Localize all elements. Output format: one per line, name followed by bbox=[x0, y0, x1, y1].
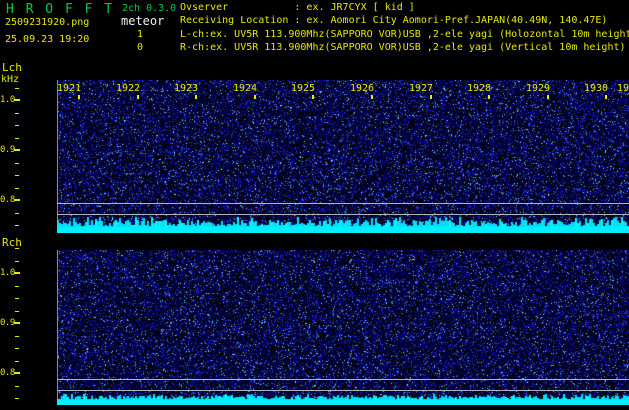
lch-tick-label: 1.0 bbox=[0, 95, 15, 105]
observer-line: Ovserver : ex. JR7CYX [ kid ] bbox=[180, 2, 415, 13]
datetime-label: 25.09.23 19:20 bbox=[5, 34, 90, 45]
lch-minor-tick bbox=[15, 175, 19, 176]
lch-time-label: 1927 bbox=[409, 83, 434, 94]
rch-major-tick bbox=[14, 372, 20, 374]
rch-frequency-axis-line bbox=[57, 250, 58, 405]
rch-band-line-upper bbox=[57, 379, 629, 380]
location-line: Receiving Location : ex. Aomori City Aom… bbox=[180, 15, 608, 27]
rch-minor-tick bbox=[15, 398, 19, 399]
output-filename: 2509231920.png bbox=[5, 17, 90, 28]
observer-info-block: Ovserver : ex. JR7CYX [ kid ] Receiving … bbox=[180, 1, 629, 55]
lch-minor-tick bbox=[15, 213, 19, 214]
lch-time-tick bbox=[430, 95, 432, 99]
rch-tick-label: 1.0 bbox=[0, 268, 15, 278]
lch-minor-tick bbox=[15, 163, 19, 164]
rch-spectrogram bbox=[57, 250, 629, 398]
hrofft-window: H R O F F T 2ch 0.3.0 2509231920.png met… bbox=[0, 0, 629, 410]
lch-time-label: 1930 bbox=[584, 83, 609, 94]
lch-time-tick bbox=[547, 95, 549, 99]
lch-time-label: 1926 bbox=[350, 83, 375, 94]
lch-spectrogram bbox=[57, 80, 629, 227]
rch-signal-level-graph bbox=[57, 390, 629, 405]
mode-label: meteor bbox=[121, 14, 165, 28]
app-version: 2ch 0.3.0 bbox=[122, 3, 177, 14]
rch-tick-label: 0.8 bbox=[0, 368, 15, 378]
lch-time-label: 1923 bbox=[174, 83, 199, 94]
lch-setup-line: L-ch:ex. UV5R 113.900Mhz(SAPPORO VOR)USB… bbox=[180, 28, 629, 40]
rch-major-tick bbox=[14, 272, 20, 274]
lch-panel-label: Lch bbox=[2, 61, 22, 74]
rch-tick-label: 0.9 bbox=[0, 318, 15, 328]
lch-time-tick bbox=[195, 95, 197, 99]
lch-unit-label: kHz bbox=[1, 74, 20, 85]
meteor-count-1: 1 bbox=[137, 29, 144, 40]
lch-frequency-axis-line bbox=[57, 80, 58, 233]
rch-minor-tick bbox=[15, 261, 19, 262]
lch-signal-level-graph bbox=[57, 212, 629, 233]
lch-time-tick bbox=[371, 95, 373, 99]
lch-minor-tick bbox=[15, 113, 19, 114]
rch-minor-tick bbox=[15, 248, 19, 249]
rch-minor-tick bbox=[15, 361, 19, 362]
rch-major-tick bbox=[14, 322, 20, 324]
lch-time-tick bbox=[78, 95, 80, 99]
lch-time-label: 1924 bbox=[233, 83, 258, 94]
rch-minor-tick bbox=[15, 286, 19, 287]
lch-time-label: 1922 bbox=[116, 83, 141, 94]
rch-minor-tick bbox=[15, 348, 19, 349]
lch-time-label: 1925 bbox=[291, 83, 316, 94]
lch-minor-tick bbox=[15, 125, 19, 126]
lch-major-tick bbox=[14, 199, 20, 201]
rch-minor-tick bbox=[15, 336, 19, 337]
lch-band-line-upper bbox=[57, 203, 629, 204]
rch-setup-line: R-ch:ex. UV5R 113.900Mhz(SAPPORO VOR)USB… bbox=[180, 42, 626, 54]
lch-tick-label: 0.8 bbox=[0, 195, 15, 205]
lch-major-tick bbox=[14, 99, 20, 101]
lch-tick-label: 0.9 bbox=[0, 145, 15, 155]
lch-time-tick bbox=[312, 95, 314, 99]
app-title: H R O F F T bbox=[6, 2, 115, 17]
lch-time-label: 19 bbox=[617, 83, 629, 94]
meteor-count-2: 0 bbox=[137, 42, 144, 53]
lch-time-tick bbox=[605, 95, 607, 99]
lch-time-tick bbox=[488, 95, 490, 99]
lch-minor-tick bbox=[15, 138, 19, 139]
lch-time-tick bbox=[137, 95, 139, 99]
lch-time-label: 1921 bbox=[57, 83, 82, 94]
rch-minor-tick bbox=[15, 311, 19, 312]
lch-time-label: 1929 bbox=[526, 83, 551, 94]
lch-time-tick bbox=[254, 95, 256, 99]
lch-major-tick bbox=[14, 149, 20, 151]
rch-minor-tick bbox=[15, 386, 19, 387]
lch-minor-tick bbox=[15, 88, 19, 89]
lch-minor-tick bbox=[15, 225, 19, 226]
lch-time-label: 1928 bbox=[467, 83, 492, 94]
lch-minor-tick bbox=[15, 188, 19, 189]
rch-minor-tick bbox=[15, 298, 19, 299]
